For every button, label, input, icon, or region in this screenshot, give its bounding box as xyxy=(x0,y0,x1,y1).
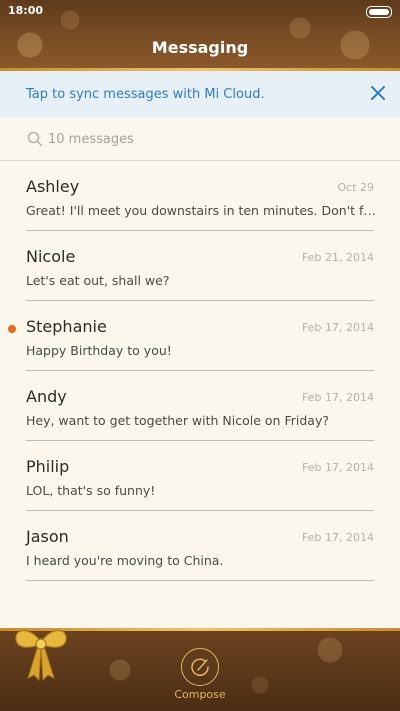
page-title: Messaging xyxy=(151,38,249,57)
search-input[interactable]: 10 messages xyxy=(48,132,134,147)
message-date: Feb 17, 2014 xyxy=(302,461,374,474)
status-bar: 18:00 xyxy=(0,0,400,22)
conversation-row[interactable]: Jason Feb 17, 2014 I heard you're moving… xyxy=(0,511,400,581)
battery-icon xyxy=(366,6,392,18)
message-preview: Hey, want to get together with Nicole on… xyxy=(26,413,329,428)
contact-name: Philip xyxy=(26,457,70,476)
message-preview: LOL, that's so funny! xyxy=(26,483,156,498)
sync-banner[interactable]: Tap to sync messages with Mi Cloud. xyxy=(0,71,400,119)
contact-name: Stephanie xyxy=(26,317,107,336)
compose-icon[interactable] xyxy=(181,648,219,686)
gift-bow-icon xyxy=(8,620,74,682)
compose-button[interactable]: Compose xyxy=(170,648,230,704)
message-date: Feb 17, 2014 xyxy=(302,531,374,544)
conversation-row[interactable]: Andy Feb 17, 2014 Hey, want to get toget… xyxy=(0,371,400,441)
compose-label: Compose xyxy=(174,688,226,701)
message-preview: I heard you're moving to China. xyxy=(26,553,224,568)
conversation-row[interactable]: Ashley Oct 29 Great! I'll meet you downs… xyxy=(0,161,400,231)
search-bar[interactable]: 10 messages xyxy=(0,118,400,161)
close-icon[interactable] xyxy=(368,83,388,103)
status-time: 18:00 xyxy=(8,4,44,17)
header-bar: 18:00 Messaging xyxy=(0,0,400,70)
message-date: Feb 21, 2014 xyxy=(302,251,374,264)
conversation-row[interactable]: Philip Feb 17, 2014 LOL, that's so funny… xyxy=(0,441,400,511)
contact-name: Ashley xyxy=(26,177,80,196)
search-icon xyxy=(27,131,43,147)
unread-indicator xyxy=(8,325,16,333)
message-preview: Great! I'll meet you downstairs in ten m… xyxy=(26,203,376,218)
sync-banner-text[interactable]: Tap to sync messages with Mi Cloud. xyxy=(26,87,265,102)
message-date: Feb 17, 2014 xyxy=(302,391,374,404)
conversation-list: Ashley Oct 29 Great! I'll meet you downs… xyxy=(0,161,400,624)
row-divider xyxy=(26,580,374,581)
message-preview: Let's eat out, shall we? xyxy=(26,273,170,288)
message-preview: Happy Birthday to you! xyxy=(26,343,172,358)
message-date: Oct 29 xyxy=(337,181,374,194)
conversation-row[interactable]: Nicole Feb 21, 2014 Let's eat out, shall… xyxy=(0,231,400,301)
conversation-row[interactable]: Stephanie Feb 17, 2014 Happy Birthday to… xyxy=(0,301,400,371)
contact-name: Andy xyxy=(26,387,67,406)
contact-name: Nicole xyxy=(26,247,76,266)
message-date: Feb 17, 2014 xyxy=(302,321,374,334)
contact-name: Jason xyxy=(26,527,69,546)
